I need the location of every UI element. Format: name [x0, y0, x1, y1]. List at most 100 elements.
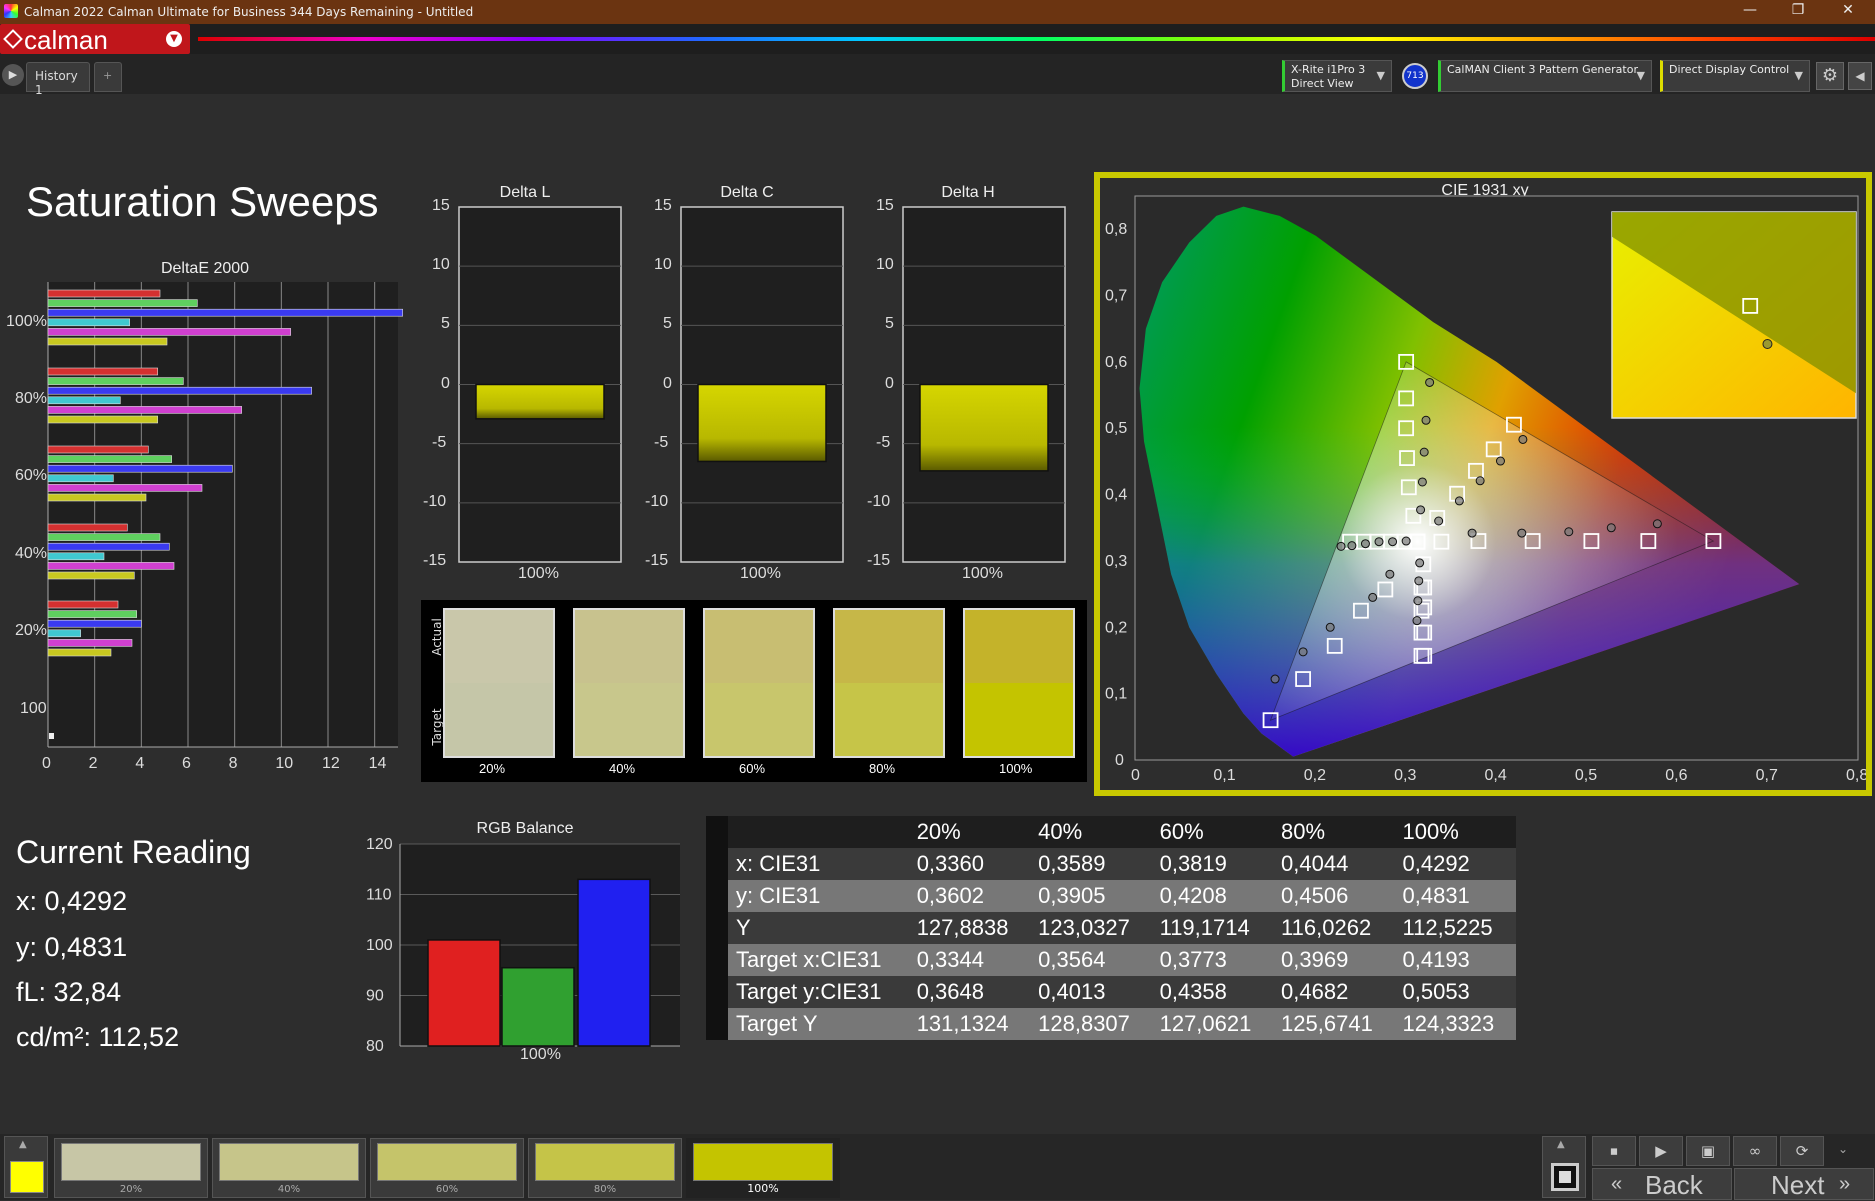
table-cell: 0,4506 [1281, 883, 1349, 908]
meter-badge[interactable]: 713 [1402, 63, 1428, 89]
chevron-down-icon[interactable]: ⌄ [1838, 1142, 1848, 1156]
collapse-panel-icon[interactable]: ◀ [1848, 62, 1872, 90]
column-header: 20% [916, 819, 961, 844]
row-label: y: CIE31 [736, 883, 821, 908]
table-cell: 127,0621 [1159, 1011, 1252, 1036]
table-header-row: 20% 40% 60% 80% 100% [728, 816, 1516, 848]
target-swatch [965, 683, 1073, 756]
table-cell: 125,6741 [1281, 1011, 1373, 1036]
bottom-toggle-button[interactable]: ▲ [4, 1136, 48, 1198]
palette-swatch[interactable]: 60% [370, 1138, 524, 1198]
deltae-ylabel-40: 40% [15, 545, 48, 562]
table-cell: 0,3602 [916, 883, 984, 908]
loop-button[interactable]: ∞ [1733, 1136, 1777, 1166]
measured-marker [1412, 616, 1422, 626]
table-cell: 112,5225 [1402, 915, 1493, 940]
display-control-selector[interactable]: Direct Display Control ▼ [1660, 60, 1810, 92]
measured-marker [1652, 519, 1662, 529]
calman-menu-button[interactable]: calman ▼ [0, 24, 190, 55]
palette-swatch[interactable]: 100% [686, 1138, 840, 1198]
deltae-bar [47, 562, 175, 570]
stop-button[interactable]: ▲ [1542, 1136, 1586, 1198]
palette-swatch[interactable]: 80% [528, 1138, 682, 1198]
actual-swatch [575, 610, 683, 683]
actual-swatch [705, 610, 813, 683]
table-cell: 0,4292 [1402, 851, 1470, 876]
refresh-button[interactable]: ⟳ [1780, 1136, 1824, 1166]
table-row: Target Y 131,1324 128,8307 127,0621 125,6741… [728, 1008, 1516, 1040]
ytick: 10 [654, 256, 672, 274]
measured-marker [1325, 622, 1335, 632]
cie-xtick: 0,8 [1846, 767, 1866, 784]
chevron-down-icon: ▼ [1636, 69, 1645, 82]
palette-swatch[interactable]: 20% [54, 1138, 208, 1198]
readings-table: 20% 40% 60% 80% 100% x: CIE31 0,3360 0,3589 0,38… [728, 816, 1516, 1040]
ytick: 5 [663, 315, 672, 333]
target-swatch [705, 683, 813, 756]
table-cell: 0,3564 [1038, 947, 1106, 972]
add-tab-button[interactable]: + [94, 62, 122, 92]
table-cell: 0,3344 [916, 947, 984, 972]
close-button[interactable]: ✕ [1828, 2, 1868, 18]
ytick: -5 [432, 433, 447, 451]
measured-marker [1454, 496, 1464, 506]
record-button[interactable]: ⏹ [1592, 1136, 1636, 1166]
palette-swatch-label: 100% [747, 1182, 779, 1195]
cie-xtick: 0,7 [1756, 767, 1778, 784]
ytick: 10 [432, 256, 450, 274]
deltae-xtick: 14 [368, 755, 387, 772]
deltae-bar [47, 474, 114, 483]
back-button[interactable]: « Back [1592, 1168, 1732, 1200]
target-label: Target [430, 708, 444, 746]
palette-swatch[interactable]: 40% [212, 1138, 366, 1198]
current-reading-title: Current Reading [16, 834, 251, 870]
meter-selector[interactable]: X-Rite i1Pro 3 Direct View ▼ [1282, 60, 1392, 92]
reading-cdm2: cd/m²: 112,52 [16, 1022, 180, 1052]
deltae-bar [47, 464, 233, 473]
save-button[interactable]: ▣ [1686, 1136, 1730, 1166]
play-icon[interactable]: ▶ [2, 64, 24, 86]
deltae-ylabel-20: 20% [15, 622, 48, 639]
ytick: 0 [663, 374, 672, 392]
deltae-plot-area [48, 282, 398, 747]
table-cell: 0,4358 [1159, 979, 1227, 1004]
delta-l-title: Delta L [499, 184, 551, 201]
maximize-button[interactable]: ❐ [1778, 2, 1818, 18]
chevron-down-icon: ▼ [1376, 69, 1385, 82]
row-label: Target x:CIE31 [736, 947, 882, 972]
measured-marker [1388, 537, 1398, 547]
deltae-xtick: 6 [182, 755, 191, 772]
cie-ytick: 0,4 [1105, 487, 1127, 504]
deltae-xtick: 0 [42, 755, 51, 772]
table-cell: 124,3323 [1402, 1011, 1495, 1036]
deltae-bar [47, 629, 81, 638]
cie-xtick: 0 [1131, 767, 1140, 784]
current-color-swatch [10, 1161, 44, 1193]
reading-fl: fL: 32,84 [16, 977, 122, 1007]
palette-swatch-color [219, 1143, 359, 1181]
pattern-generator-selector[interactable]: CalMAN Client 3 Pattern Generator ▼ [1438, 60, 1652, 92]
play-button[interactable]: ▶ [1639, 1136, 1683, 1166]
rgb-bar [577, 878, 651, 1047]
target-swatch [445, 683, 553, 756]
gear-icon[interactable]: ⚙ [1816, 62, 1844, 90]
rgb-ytick: 120 [366, 836, 393, 853]
minimize-button[interactable]: — [1730, 2, 1770, 18]
next-label: Next [1771, 1170, 1825, 1200]
cie-ytick: 0,6 [1105, 354, 1127, 371]
tab-history-1[interactable]: History 1 [26, 62, 90, 97]
next-button[interactable]: Next » [1734, 1168, 1874, 1200]
delta-bar [475, 383, 605, 420]
double-chevron-left-icon: « [1611, 1173, 1623, 1195]
target-swatch [575, 683, 683, 756]
deltae-bar [47, 523, 128, 532]
meter-name: X-Rite i1Pro 3 [1291, 63, 1366, 76]
column-header: 80% [1281, 819, 1326, 844]
deltae-bar [47, 619, 142, 628]
ytick: -5 [654, 433, 669, 451]
palette-swatch-color [61, 1143, 201, 1181]
deltae-bar [47, 396, 121, 405]
palette-swatch-label: 20% [119, 1184, 143, 1195]
table-cell: 0,4044 [1281, 851, 1349, 876]
back-label: Back [1645, 1170, 1703, 1200]
